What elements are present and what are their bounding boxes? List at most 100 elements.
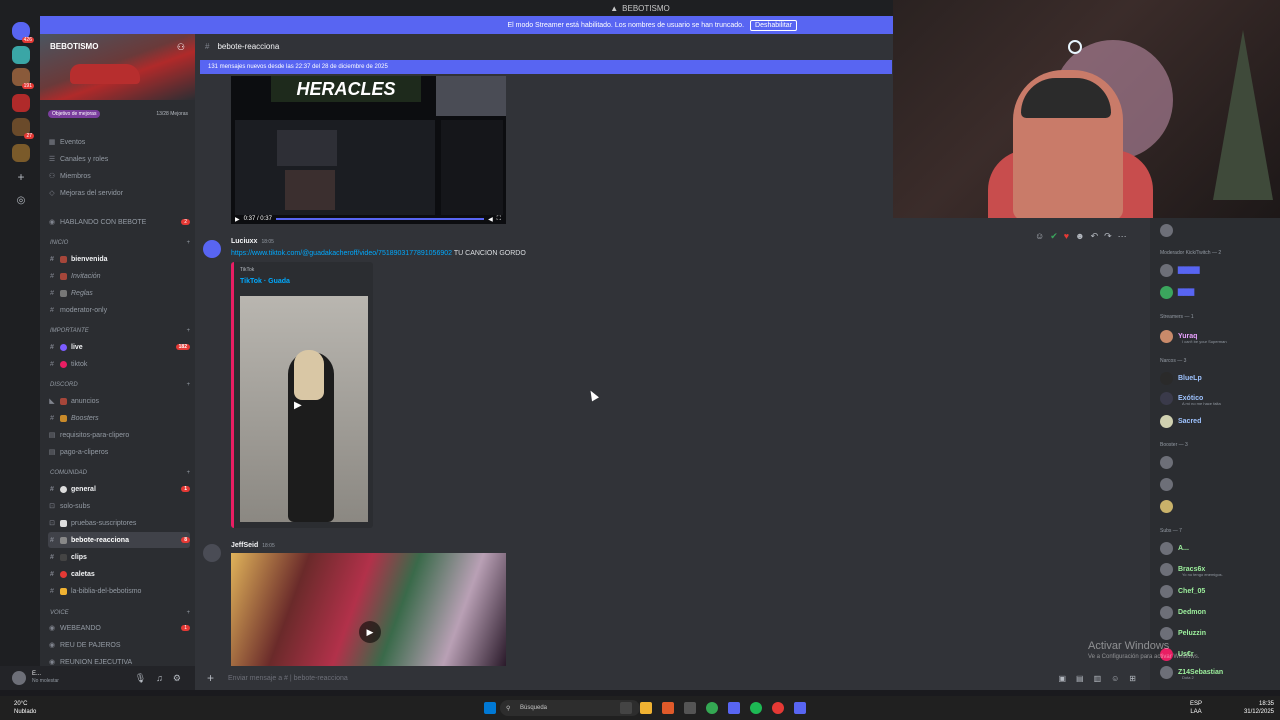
forward-icon[interactable]: ↷ (1104, 231, 1112, 242)
message-author[interactable]: JeffSeid 18:05 (231, 542, 275, 549)
avatar[interactable] (203, 544, 221, 562)
server-icon[interactable] (12, 144, 30, 162)
author-name[interactable]: Luciuxx (231, 238, 257, 245)
weather-widget[interactable]: 20°C Nublado (14, 700, 36, 716)
reaction-icon[interactable]: ☺ (1035, 231, 1044, 242)
gear-icon[interactable]: ⚙ (173, 673, 181, 684)
video-attachment[interactable]: ▶ (231, 553, 506, 666)
new-messages-bar[interactable]: 131 mensajes nuevos desde las 22:37 del … (200, 60, 892, 74)
start-icon[interactable] (484, 702, 496, 714)
category-inicio[interactable]: INICIO + (50, 240, 190, 246)
emoji-icon[interactable]: ☺ (1111, 674, 1119, 683)
apps-icon[interactable]: ⊞ (1129, 674, 1136, 683)
taskbar-search[interactable]: ⚲ Búsqueda (500, 700, 640, 716)
channel-hablando-con-bebote[interactable]: ◉ HABLANDO CON BEBOTE 2 (48, 214, 190, 230)
add-channel-icon[interactable]: + (186, 328, 190, 334)
brave-icon[interactable] (662, 702, 674, 714)
menu-events[interactable]: ▦ Eventos (48, 134, 190, 150)
composer-input[interactable]: Enviar mensaje a # | bebote-reacciona (228, 675, 348, 682)
channel-pago-a-cliperos[interactable]: ▤ pago-a-cliperos (48, 444, 190, 460)
language-indicator[interactable]: ESP LAA (1190, 700, 1202, 716)
channel-general[interactable]: # general 1 (48, 481, 190, 497)
tiktok-embed[interactable]: TikTok TikTok · Guada ▶ (231, 262, 373, 528)
channel-pruebas-suscriptores[interactable]: ⊡ pruebas-suscriptores (48, 515, 190, 531)
channel-bebote-reacciona[interactable]: # bebote-reacciona 8 (48, 532, 190, 548)
channel-moderator-only[interactable]: # moderator-only (48, 302, 190, 318)
spotify-icon[interactable] (750, 702, 762, 714)
direct-messages-icon[interactable]: 426 (12, 22, 34, 43)
add-channel-icon[interactable]: + (186, 240, 190, 246)
menu-channels-roles[interactable]: ☰ Canales y roles (48, 151, 190, 167)
author-name[interactable]: JeffSeid (231, 542, 258, 549)
add-attachment-icon[interactable]: + (207, 671, 214, 685)
member-row[interactable] (1160, 454, 1278, 470)
mic-icon[interactable]: 🎙 (135, 673, 146, 684)
member-row[interactable]: BlueLp (1160, 370, 1278, 386)
voice-reu-de-pajeros[interactable]: ◉ REU DE PAJEROS (48, 637, 190, 653)
voice-webeando[interactable]: ◉ WEBEANDO 1 (48, 620, 190, 636)
category-discord[interactable]: DISCORD + (50, 382, 190, 388)
channel-caletas[interactable]: # caletas (48, 566, 190, 582)
member-row[interactable]: Sacred (1160, 413, 1278, 429)
file-explorer-icon[interactable] (640, 702, 652, 714)
play-icon[interactable]: ▶ (359, 621, 381, 643)
member-row[interactable]: Chef_05 (1160, 583, 1278, 599)
channel-boosters[interactable]: # Boosters (48, 410, 190, 426)
chrome-icon[interactable] (706, 702, 718, 714)
category-comunidad[interactable]: COMUNIDAD + (50, 470, 190, 476)
video-attachment[interactable]: HERACLES ▶ 0:37 / 0:37 ◀ ⛶ (231, 76, 506, 224)
channel-bienvenida[interactable]: # bienvenida (48, 251, 190, 267)
channel-invitacion[interactable]: # Invitación (48, 268, 190, 284)
check-reaction-icon[interactable]: ✔ (1050, 231, 1058, 242)
avatar[interactable] (203, 240, 221, 258)
add-channel-icon[interactable]: + (186, 470, 190, 476)
message-author[interactable]: Luciuxx 18:05 (231, 238, 274, 245)
member-row[interactable]: ▇▇▇▇ (1160, 262, 1278, 278)
member-row[interactable] (1160, 222, 1278, 238)
heart-reaction-icon[interactable]: ♥ (1064, 231, 1069, 242)
channel-la-biblia[interactable]: # la-biblia-del-bebotismo (48, 583, 190, 599)
message-link[interactable]: https://www.tiktok.com/@guadakacheroff/v… (231, 250, 452, 257)
server-icon[interactable]: 191 (12, 68, 34, 89)
discord-icon[interactable] (794, 702, 806, 714)
member-row[interactable]: ▇▇▇ (1160, 284, 1278, 300)
fullscreen-icon[interactable]: ⛶ (497, 216, 501, 223)
member-row[interactable]: Exótico A mí no me hace falta (1160, 390, 1278, 406)
member-row[interactable]: Bracs6x Yo no tengo enemigos. (1160, 561, 1278, 577)
channel-live[interactable]: # live 182 (48, 339, 190, 355)
embed-thumbnail[interactable]: ▶ (240, 296, 368, 522)
reply-icon[interactable]: ↶ (1091, 231, 1099, 242)
task-view-icon[interactable] (620, 702, 632, 714)
obs-icon[interactable] (772, 702, 784, 714)
boost-progress[interactable]: Objetivo de mejoras 13/28 Mejoras (48, 109, 188, 119)
member-row[interactable]: Yuraq I can't be your Superman (1160, 328, 1278, 344)
user-avatar[interactable] (12, 671, 26, 685)
voice-reunion-ejecutiva[interactable]: ◉ REUNION EJECUTIVA (48, 654, 190, 667)
gif-icon[interactable]: ▤ (1076, 674, 1084, 683)
server-icon[interactable]: 27 (12, 118, 34, 139)
add-reaction-icon[interactable]: ☻ (1075, 231, 1084, 242)
more-icon[interactable]: ⋯ (1118, 231, 1127, 242)
gift-icon[interactable]: ▣ (1058, 674, 1066, 683)
member-row[interactable]: Z14Sebastian Dota 2 (1160, 664, 1278, 680)
invite-icon[interactable]: ⚇ (177, 42, 185, 53)
add-channel-icon[interactable]: + (186, 382, 190, 388)
teams-icon[interactable] (728, 702, 740, 714)
menu-server-boost[interactable]: ◇ Mejoras del servidor (48, 185, 190, 201)
server-banner[interactable]: BEBOTISMO ⚇ (40, 34, 195, 100)
member-row[interactable] (1160, 476, 1278, 492)
add-channel-icon[interactable]: + (186, 610, 190, 616)
channel-reglas[interactable]: # Reglas (48, 285, 190, 301)
channel-anuncios[interactable]: ◣ anuncios (48, 393, 190, 409)
video-controls[interactable]: ▶ 0:37 / 0:37 ◀ ⛶ (235, 216, 501, 223)
member-row[interactable] (1160, 498, 1278, 514)
channel-tiktok[interactable]: # tiktok (48, 356, 190, 372)
category-voice[interactable]: VOICE + (50, 610, 190, 616)
play-icon[interactable]: ▶ (235, 216, 240, 223)
menu-members[interactable]: ⚇ Miembros (48, 168, 190, 184)
volume-icon[interactable]: ◀ (488, 216, 493, 223)
member-row[interactable]: Dedmon (1160, 604, 1278, 620)
headphones-icon[interactable]: ♫ (156, 673, 163, 684)
channel-requisitos[interactable]: ▤ requisitos-para-clipero (48, 427, 190, 443)
play-icon[interactable]: ▶ (294, 400, 302, 411)
